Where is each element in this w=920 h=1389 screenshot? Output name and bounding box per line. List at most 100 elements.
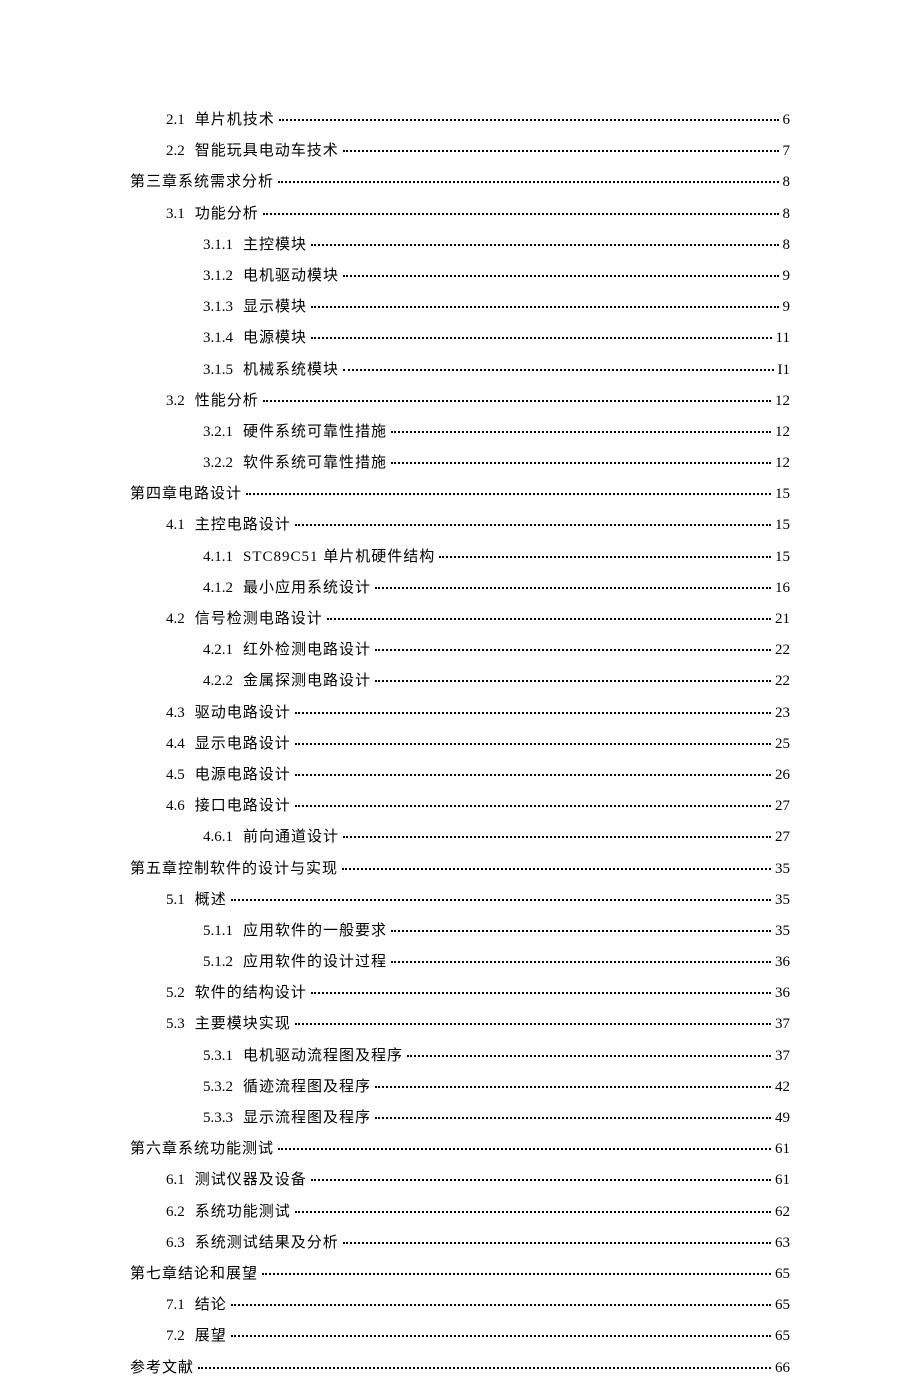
- toc-entry: 6.1测试仪器及设备61: [130, 1170, 790, 1191]
- toc-label: 红外检测电路设计: [243, 640, 371, 661]
- toc-leader-dots: [343, 275, 778, 277]
- toc-leader-dots: [263, 400, 771, 402]
- toc-leader-dots: [343, 1242, 771, 1244]
- toc-page-number: 35: [775, 890, 790, 911]
- toc-entry: 第六章系统功能测试61: [130, 1139, 790, 1160]
- toc-label: 应用软件的设计过程: [243, 952, 387, 973]
- toc-entry: 3.1.3显示模块9: [130, 297, 790, 318]
- toc-number: 3.2.2: [203, 453, 233, 474]
- toc-leader-dots: [342, 868, 771, 870]
- toc-page-number: 12: [775, 391, 790, 412]
- toc-label: 测试仪器及设备: [195, 1170, 307, 1191]
- toc-page-number: 65: [775, 1264, 790, 1285]
- toc-leader-dots: [295, 712, 771, 714]
- toc-label: 展望: [195, 1326, 227, 1347]
- toc-number: 4.2.2: [203, 671, 233, 692]
- toc-number: 4.2: [166, 609, 185, 630]
- toc-label: 主控模块: [243, 235, 307, 256]
- toc-label: 第五章控制软件的设计与实现: [130, 859, 338, 880]
- toc-page-number: 23: [775, 703, 790, 724]
- toc-entry: 4.1.2最小应用系统设计16: [130, 578, 790, 599]
- toc-page-number: 21: [775, 609, 790, 630]
- toc-entry: 2.2智能玩具电动车技术7: [130, 141, 790, 162]
- toc-number: 5.1.1: [203, 921, 233, 942]
- toc-page-number: 8: [783, 235, 791, 256]
- toc-label: 软件的结构设计: [195, 983, 307, 1004]
- toc-entry: 4.1.1STC89C51 单片机硬件结构15: [130, 547, 790, 568]
- toc-label: 结论: [195, 1295, 227, 1316]
- toc-leader-dots: [343, 369, 773, 371]
- toc-leader-dots: [198, 1367, 771, 1369]
- toc-label: 单片机技术: [195, 110, 275, 131]
- toc-leader-dots: [391, 431, 771, 433]
- toc-entry: 5.3主要模块实现37: [130, 1014, 790, 1035]
- toc-leader-dots: [391, 462, 771, 464]
- toc-label: 显示模块: [243, 297, 307, 318]
- toc-label: 最小应用系统设计: [243, 578, 371, 599]
- toc-leader-dots: [375, 1117, 771, 1119]
- toc-label: 第七章结论和展望: [130, 1264, 258, 1285]
- toc-page-number: 12: [775, 453, 790, 474]
- toc-page-number: 12: [775, 422, 790, 443]
- toc-page-number: 8: [783, 204, 791, 225]
- toc-page-number: 27: [775, 796, 790, 817]
- toc-entry: 4.1主控电路设计15: [130, 515, 790, 536]
- toc-leader-dots: [295, 1023, 771, 1025]
- toc-leader-dots: [343, 836, 771, 838]
- toc-label: 主要模块实现: [195, 1014, 291, 1035]
- toc-leader-dots: [246, 493, 771, 495]
- toc-leader-dots: [279, 119, 779, 121]
- toc-number: 4.6.1: [203, 827, 233, 848]
- toc-number: 5.3: [166, 1014, 185, 1035]
- toc-label: 第四章电路设计: [130, 484, 242, 505]
- toc-label: 系统测试结果及分析: [195, 1233, 339, 1254]
- toc-leader-dots: [311, 992, 771, 994]
- toc-entry: 2.1单片机技术6: [130, 110, 790, 131]
- toc-label: 硬件系统可靠性措施: [243, 422, 387, 443]
- toc-entry: 5.1概述35: [130, 890, 790, 911]
- toc-label: 参考文献: [130, 1358, 194, 1379]
- toc-number: 4.1: [166, 515, 185, 536]
- toc-leader-dots: [391, 961, 771, 963]
- toc-page-number: 61: [775, 1170, 790, 1191]
- toc-page-number: 36: [775, 952, 790, 973]
- toc-entry: 5.3.1电机驱动流程图及程序37: [130, 1046, 790, 1067]
- toc-entry: 3.1.5机械系统模块I1: [130, 360, 790, 381]
- toc-page-number: 7: [783, 141, 791, 162]
- toc-page-number: 37: [775, 1046, 790, 1067]
- toc-number: 5.3.2: [203, 1077, 233, 1098]
- toc-page-number: 15: [775, 547, 790, 568]
- toc-label: 性能分析: [195, 391, 259, 412]
- toc-number: 4.3: [166, 703, 185, 724]
- toc-page-number: 63: [775, 1233, 790, 1254]
- toc-label: 显示流程图及程序: [243, 1108, 371, 1129]
- toc-number: 4.6: [166, 796, 185, 817]
- toc-number: 5.1.2: [203, 952, 233, 973]
- toc-leader-dots: [295, 774, 771, 776]
- toc-page-number: I1: [778, 360, 791, 381]
- toc-label: 电源模块: [243, 328, 307, 349]
- toc-label: 金属探测电路设计: [243, 671, 371, 692]
- toc-leader-dots: [295, 743, 771, 745]
- toc-label: 循迹流程图及程序: [243, 1077, 371, 1098]
- toc-entry: 7.2展望65: [130, 1326, 790, 1347]
- toc-leader-dots: [311, 306, 778, 308]
- toc-entry: 5.3.2循迹流程图及程序42: [130, 1077, 790, 1098]
- toc-entry: 6.3系统测试结果及分析63: [130, 1233, 790, 1254]
- toc-entry: 4.4显示电路设计25: [130, 734, 790, 755]
- toc-number: 4.4: [166, 734, 185, 755]
- toc-label: 智能玩具电动车技术: [195, 141, 339, 162]
- toc-number: 3.1.3: [203, 297, 233, 318]
- toc-entry: 第七章结论和展望 65: [130, 1264, 790, 1285]
- toc-entry: 第三章系统需求分析8: [130, 172, 790, 193]
- toc-leader-dots: [343, 150, 779, 152]
- toc-entry: 5.1.2 应用软件的设计过程 36: [130, 952, 790, 973]
- toc-leader-dots: [295, 805, 771, 807]
- toc-leader-dots: [278, 1148, 771, 1150]
- toc-entry: 4.5电源电路设计26: [130, 765, 790, 786]
- toc-leader-dots: [375, 587, 771, 589]
- toc-leader-dots: [375, 649, 771, 651]
- toc-label: 第六章系统功能测试: [130, 1139, 274, 1160]
- toc-label: 概述: [195, 890, 227, 911]
- toc-page-number: 35: [775, 859, 790, 880]
